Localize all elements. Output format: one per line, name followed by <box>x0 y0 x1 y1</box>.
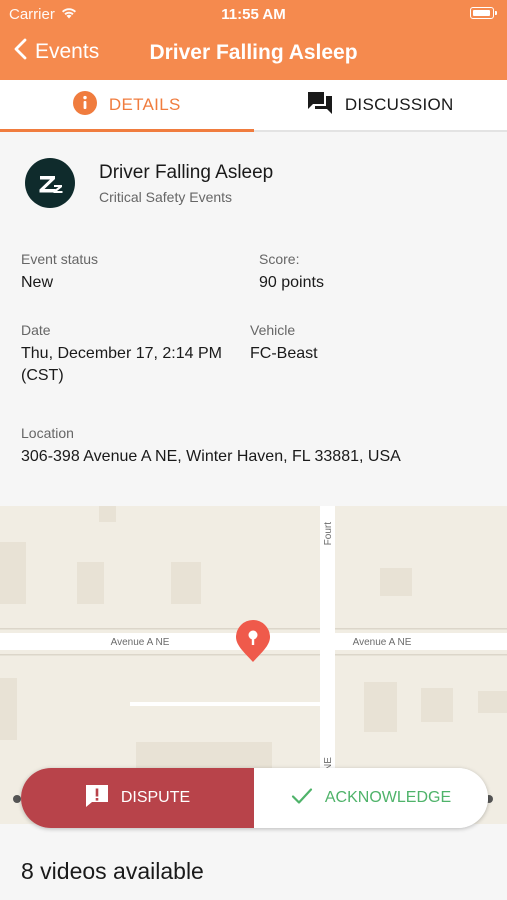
dispute-label: DISPUTE <box>120 789 191 806</box>
sidewalk-line <box>335 628 507 630</box>
event-title: Driver Falling Asleep <box>99 162 274 183</box>
location-label: Location <box>21 425 74 441</box>
dispute-button[interactable]: DISPUTE <box>21 768 254 828</box>
building <box>364 682 397 732</box>
sleep-zz-icon <box>25 158 75 208</box>
building <box>0 542 26 604</box>
event-status-value: New <box>21 274 54 291</box>
building <box>0 678 17 740</box>
building <box>421 688 453 722</box>
tab-discussion[interactable]: DISCUSSION <box>254 80 507 130</box>
map-pin-icon[interactable] <box>236 620 270 662</box>
date-label: Date <box>21 322 51 338</box>
nav-bar: Events Driver Falling Asleep <box>0 30 507 76</box>
street-label: Fourt <box>323 522 334 546</box>
clock: 11:55 AM <box>221 6 286 23</box>
building <box>77 562 104 604</box>
acknowledge-button[interactable]: ACKNOWLEDGE <box>254 768 488 828</box>
chevron-left-icon <box>14 38 27 66</box>
street-label: Avenue A NE <box>353 637 412 648</box>
back-button[interactable]: Events <box>14 38 99 66</box>
videos-section: 8 videos available <box>0 824 507 900</box>
header: Carrier 11:55 AM Events Driver Falling A… <box>0 0 507 80</box>
date-value: Thu, December 17, 2:14 PM (CST) <box>21 343 222 387</box>
building <box>99 506 116 522</box>
map-compass-icon <box>13 795 21 803</box>
score-label: Score: <box>259 251 300 267</box>
event-details: Driver Falling Asleep Critical Safety Ev… <box>0 142 507 506</box>
sidewalk-line <box>0 654 320 656</box>
street-label: Avenue A NE <box>111 637 170 648</box>
status-bar: Carrier 11:55 AM <box>0 0 507 28</box>
sidewalk-line <box>335 654 507 656</box>
tab-details[interactable]: DETAILS <box>0 80 254 132</box>
videos-count: 8 videos available <box>21 858 204 884</box>
building <box>380 568 412 596</box>
acknowledge-label: ACKNOWLEDGE <box>324 789 452 806</box>
action-bar: DISPUTE ACKNOWLEDGE <box>21 768 488 828</box>
battery-icon <box>470 7 497 19</box>
back-label: Events <box>35 40 100 63</box>
event-status-label: Event status <box>21 251 99 267</box>
info-icon <box>72 90 97 120</box>
date-value-line2: (CST) <box>21 367 64 384</box>
tab-bar: DETAILS DISCUSSION <box>0 80 507 132</box>
date-value-line1: Thu, December 17, 2:14 PM <box>21 345 222 362</box>
building <box>171 562 201 604</box>
chat-bubbles-icon <box>307 91 333 120</box>
tab-details-label: DETAILS <box>108 95 181 114</box>
location-value: 306-398 Avenue A NE, Winter Haven, FL 33… <box>21 448 401 465</box>
vehicle-value: FC-Beast <box>250 345 318 362</box>
road-minor <box>130 702 320 706</box>
event-category: Critical Safety Events <box>99 189 233 205</box>
checkmark-icon <box>291 787 313 810</box>
score-value: 90 points <box>259 274 324 291</box>
sidewalk-line <box>0 628 320 630</box>
vehicle-label: Vehicle <box>250 322 296 338</box>
tab-discussion-label: DISCUSSION <box>344 95 454 114</box>
building <box>478 691 507 713</box>
exclamation-comment-icon <box>85 784 109 813</box>
